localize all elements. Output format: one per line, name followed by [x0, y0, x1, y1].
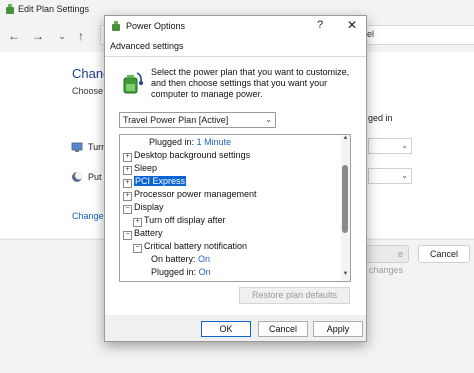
collapse-icon[interactable]: −	[123, 205, 132, 214]
expand-icon[interactable]: +	[123, 192, 132, 201]
tree-item-label: Display	[134, 202, 164, 212]
expand-icon[interactable]: +	[123, 166, 132, 175]
tree-item-display[interactable]: − Display	[123, 201, 164, 214]
collapse-icon[interactable]: −	[123, 231, 132, 240]
sleep-timeout-select[interactable]: ⌄	[368, 168, 412, 184]
scroll-down-icon[interactable]: ▼	[341, 271, 350, 279]
background-subtext: Choose t	[72, 86, 109, 96]
tree-item-label: Desktop background settings	[134, 150, 251, 160]
tree-item-processor-power[interactable]: + Processor power management	[123, 188, 257, 201]
tree-item-label-selected: PCI Express	[134, 176, 187, 186]
expand-icon[interactable]: +	[133, 218, 142, 227]
back-arrow-icon[interactable]: ←	[5, 27, 23, 45]
power-plan-select[interactable]: Travel Power Plan [Active] ⌄	[119, 112, 276, 128]
background-cancel-button[interactable]: Cancel	[418, 245, 470, 263]
cancel-button[interactable]: Cancel	[258, 321, 308, 337]
tree-item-label: Plugged in:	[151, 267, 197, 277]
power-plan-icon	[6, 4, 14, 14]
tree-item-pci-express[interactable]: + PCI Express	[123, 175, 187, 188]
tree-item-on-battery[interactable]: On battery: On	[151, 253, 210, 266]
dialog-description: Select the power plan that you want to c…	[151, 67, 350, 99]
chevron-down-icon: ⌄	[265, 115, 272, 124]
scrollbar-thumb[interactable]	[342, 165, 348, 233]
display-timeout-select[interactable]: ⌄	[368, 138, 412, 154]
tree-item-turn-off-display[interactable]: + Turn off display after	[133, 214, 226, 227]
power-options-icon	[112, 21, 120, 31]
tree-item-battery[interactable]: − Battery	[123, 227, 163, 240]
forward-arrow-icon[interactable]: →	[29, 27, 47, 45]
tree-item-label: Sleep	[134, 163, 158, 173]
dialog-title: Power Options	[126, 21, 186, 31]
ok-button[interactable]: OK	[201, 321, 251, 337]
plugged-in-column-label: ged in	[368, 113, 393, 123]
close-icon[interactable]: ✕	[345, 18, 359, 32]
tree-item-plugged-in[interactable]: Plugged in: 1 Minute	[149, 136, 231, 149]
chevron-down-icon[interactable]: ⌄	[53, 27, 71, 45]
tree-item-label: Turn off display after	[144, 215, 226, 225]
settings-tree[interactable]: Plugged in: 1 Minute + Desktop background…	[119, 134, 351, 282]
sleep-moon-icon	[72, 171, 83, 182]
tree-item-label: Critical battery notification	[144, 241, 248, 251]
tree-item-plugged-in-battery[interactable]: Plugged in: On	[151, 266, 211, 279]
tree-item-critical-battery[interactable]: − Critical battery notification	[133, 240, 247, 253]
power-plan-select-value: Travel Power Plan [Active]	[123, 115, 229, 125]
tree-item-label: Plugged in:	[149, 137, 195, 147]
tree-item-label: Battery	[134, 228, 163, 238]
restore-plan-defaults-button[interactable]: Restore plan defaults	[239, 287, 350, 304]
up-arrow-icon[interactable]: ↑	[72, 27, 90, 45]
tree-item-value[interactable]: 1 Minute	[197, 137, 232, 147]
tree-item-value[interactable]: On	[198, 254, 210, 264]
save-changes-button[interactable]: e changes	[361, 245, 409, 275]
collapse-icon[interactable]: −	[133, 244, 142, 253]
chevron-down-icon: ⌄	[401, 141, 408, 150]
tree-item-value[interactable]: On	[199, 267, 211, 277]
tree-item-sleep[interactable]: + Sleep	[123, 162, 157, 175]
tree-item-label: On battery:	[151, 254, 196, 264]
battery-plan-icon	[123, 72, 144, 94]
expand-icon[interactable]: +	[123, 179, 132, 188]
tab-advanced-settings[interactable]: Advanced settings	[110, 41, 184, 51]
apply-button[interactable]: Apply	[313, 321, 363, 337]
expand-icon[interactable]: +	[123, 153, 132, 162]
chevron-down-icon: ⌄	[401, 171, 408, 180]
tree-item-label: Processor power management	[134, 189, 257, 199]
tree-item-desktop-background[interactable]: + Desktop background settings	[123, 149, 250, 162]
scroll-up-icon[interactable]: ▲	[341, 135, 350, 143]
help-icon[interactable]: ?	[313, 19, 327, 31]
display-icon	[71, 142, 83, 152]
background-window-title: Edit Plan Settings	[18, 4, 90, 14]
